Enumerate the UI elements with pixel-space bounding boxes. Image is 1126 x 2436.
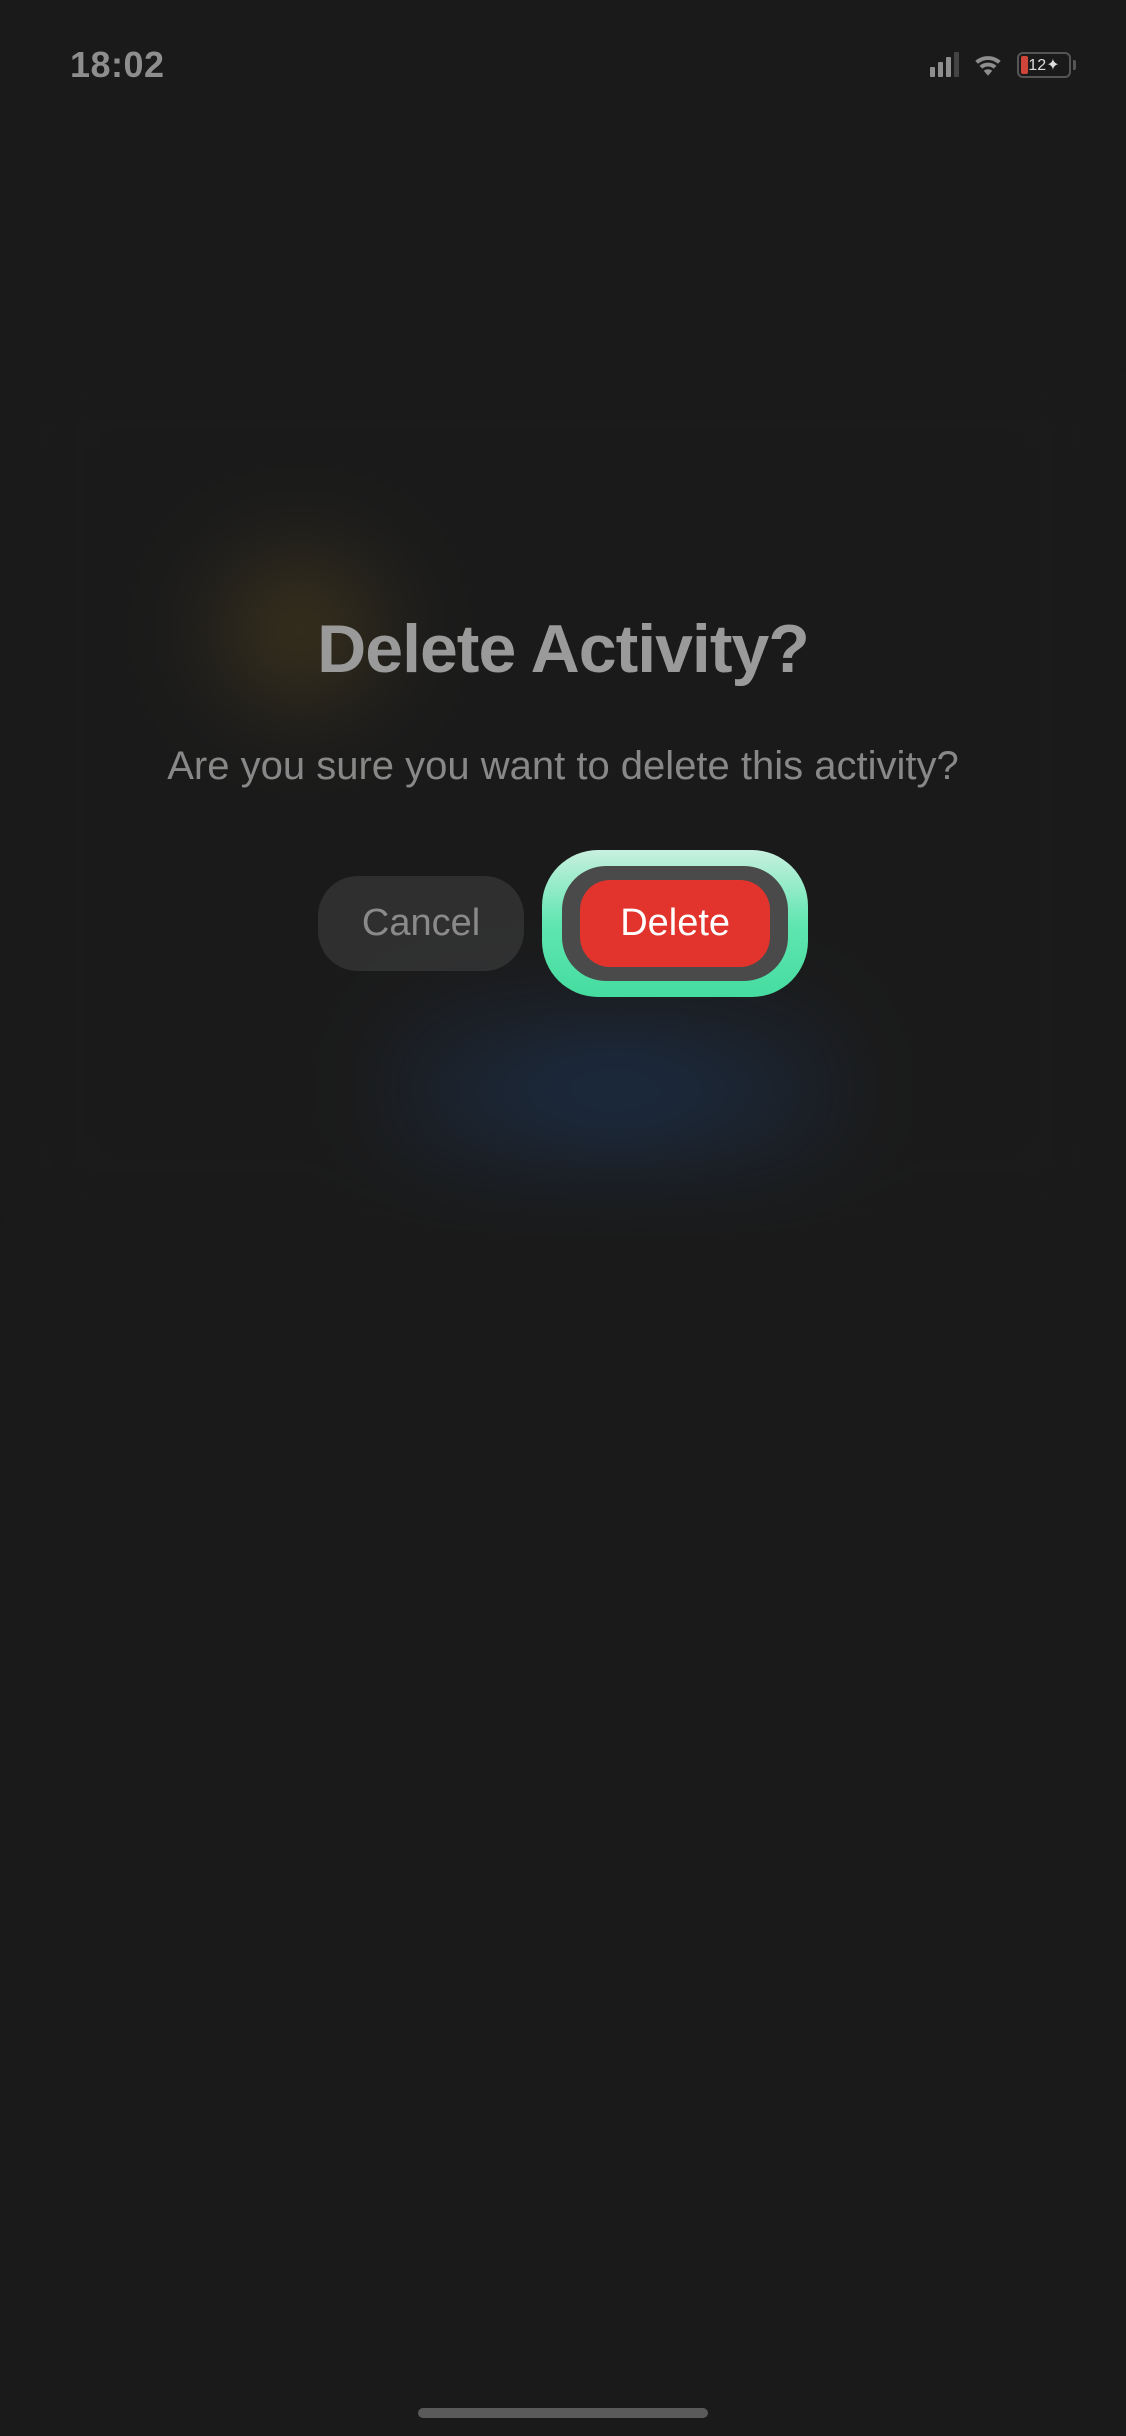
button-highlight: Delete [542,850,808,997]
cellular-signal-icon [930,53,959,77]
background-blur [0,0,1126,2436]
status-time: 18:02 [70,44,165,86]
battery-percent: 12 [1028,57,1046,74]
button-highlight-inner: Delete [562,866,788,981]
home-indicator[interactable] [418,2408,708,2418]
battery-icon: 12✦ [1017,52,1076,78]
cancel-button[interactable]: Cancel [318,876,524,971]
delete-button[interactable]: Delete [580,880,770,967]
status-icons: 12✦ [930,50,1076,81]
wifi-icon [971,50,1005,81]
dialog-title: Delete Activity? [317,610,809,688]
charging-icon: ✦ [1046,57,1059,74]
delete-confirmation-dialog: Delete Activity? Are you sure you want t… [0,610,1126,997]
background-blob [390,1000,840,1180]
dialog-buttons: Cancel Delete [318,850,808,997]
status-bar: 18:02 12✦ [0,0,1126,100]
dialog-message: Are you sure you want to delete this act… [67,736,1059,796]
